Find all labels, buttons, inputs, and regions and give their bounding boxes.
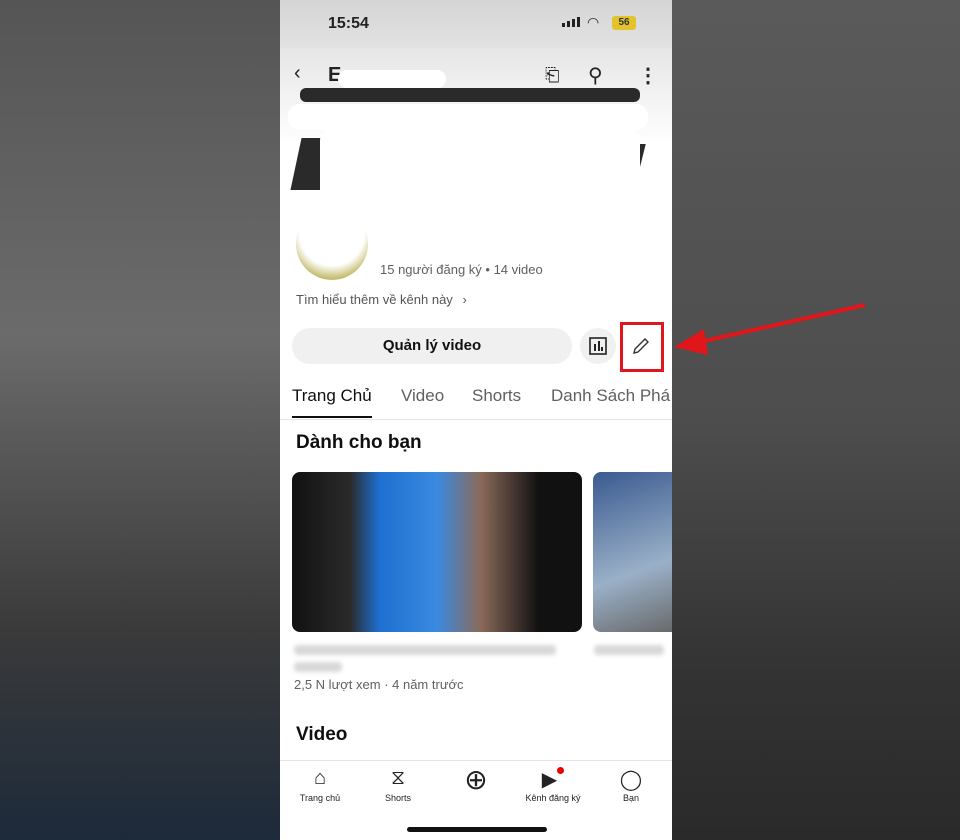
top-nav: ‹ E ⎗ ⚲ ⋮ (280, 62, 672, 92)
background-left (0, 0, 280, 840)
section-video-title: Video (296, 724, 348, 745)
nav-home[interactable]: ⌂ Trang chủ (285, 767, 355, 803)
nav-you[interactable]: ◯ Bạn (596, 767, 666, 803)
chevron-left-icon[interactable]: ‹ (294, 62, 301, 85)
nav-label: Trang chủ (299, 793, 341, 803)
redaction (338, 70, 446, 88)
channel-stats: 15 người đăng ký • 14 video (380, 262, 543, 277)
background-right (672, 0, 960, 840)
tab-video[interactable]: Video (401, 386, 444, 406)
section-for-you-title: Dành cho bạn (296, 432, 422, 453)
status-bar: 15:54 ◠ 56 (280, 0, 672, 48)
channel-tabs: Trang Chủ Video Shorts Danh Sách Phá (280, 384, 672, 420)
nav-label: Kênh đăng ký (525, 793, 581, 803)
nav-shorts[interactable]: ⧖ Shorts (363, 767, 433, 803)
red-arrow-annotation (674, 303, 866, 355)
nav-subscriptions[interactable]: ▶ Kênh đăng ký (518, 767, 588, 803)
video-title-blurred (294, 645, 556, 655)
learn-more-link[interactable]: Tìm hiểu thêm về kênh này › (296, 292, 467, 307)
subscriptions-icon: ▶ (518, 767, 588, 793)
nav-label: Shorts (384, 793, 411, 803)
search-icon[interactable]: ⚲ (588, 63, 603, 88)
avatar-icon: ◯ (619, 769, 643, 791)
phone-screen: 15:54 ◠ 56 ‹ E ⎗ ⚲ ⋮ 15 người đăng ký • … (280, 0, 672, 840)
analytics-button[interactable] (580, 328, 616, 364)
signal-icon (562, 17, 580, 27)
cast-icon[interactable]: ⎗ (545, 65, 559, 86)
learn-more-label: Tìm hiểu thêm về kênh này (296, 292, 453, 307)
status-time: 15:54 (328, 15, 369, 32)
video-title-blurred (594, 645, 664, 655)
battery-indicator: 56 (612, 16, 636, 30)
chevron-right-icon: › (462, 292, 467, 307)
shorts-icon: ⧖ (390, 767, 406, 789)
video-thumbnail[interactable] (593, 472, 672, 632)
video-thumbnail[interactable] (292, 472, 582, 632)
tab-home[interactable]: Trang Chủ (292, 386, 372, 418)
channel-avatar[interactable] (296, 208, 368, 280)
manage-videos-button[interactable]: Quản lý video (292, 328, 572, 364)
tab-playlists[interactable]: Danh Sách Phá (551, 386, 670, 406)
highlight-box (620, 322, 664, 372)
nav-create[interactable]: ⊕ (441, 764, 511, 795)
tab-shorts[interactable]: Shorts (472, 386, 521, 406)
bar-chart-icon (589, 337, 607, 355)
video-meta: 2,5 N lượt xem · 4 năm trước (294, 677, 464, 692)
channel-name-redacted (380, 222, 500, 244)
plus-circle-icon: ⊕ (464, 764, 488, 795)
home-icon: ⌂ (313, 767, 327, 789)
nav-label: Bạn (622, 793, 639, 803)
more-vertical-icon[interactable]: ⋮ (638, 63, 658, 88)
video-title-blurred (294, 662, 342, 672)
wifi-icon: ◠ (587, 14, 600, 30)
home-indicator (407, 827, 547, 832)
